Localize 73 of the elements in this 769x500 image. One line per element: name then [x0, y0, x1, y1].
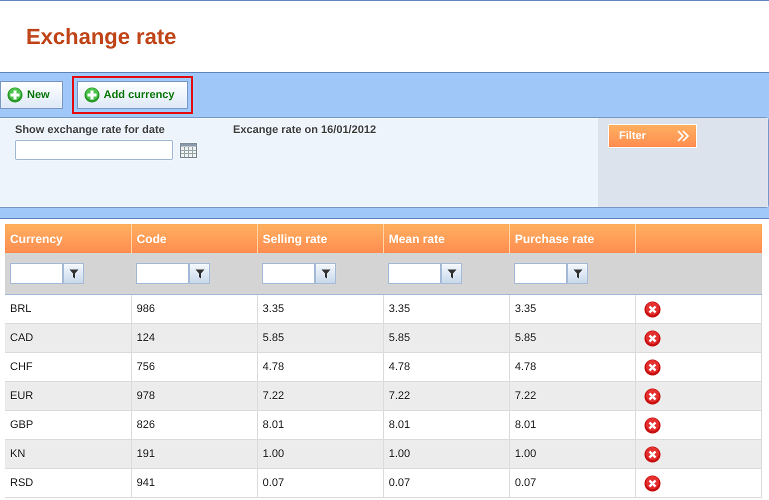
table-cell: 5.85	[388, 332, 410, 344]
funnel-icon	[68, 268, 78, 278]
table-cell: 1.00	[262, 448, 284, 460]
table-cell: 1.00	[388, 448, 410, 460]
table-cell: CHF	[10, 361, 33, 373]
funnel-icon	[446, 268, 457, 278]
toolbar-button[interactable]: New	[0, 81, 63, 109]
column-header[interactable]: Mean rate	[383, 224, 510, 253]
filter-funnel-button[interactable]	[63, 263, 84, 284]
delete-icon[interactable]	[644, 358, 661, 376]
double-chevron-icon	[677, 130, 690, 142]
table-cell: 5.85	[262, 332, 284, 344]
delete-icon[interactable]	[644, 330, 661, 346]
funnel-icon	[572, 268, 583, 278]
table-cell: 4.78	[388, 361, 410, 373]
table-cell: KN	[10, 448, 26, 460]
funnel-icon	[320, 268, 331, 278]
date-label: Show exchange rate for date	[15, 124, 166, 136]
column-header[interactable]: Selling rate	[257, 224, 384, 253]
filter-button[interactable]: Filter	[608, 124, 697, 148]
column-header[interactable]: Currency	[5, 224, 132, 253]
page-title: Exchange rate	[26, 24, 176, 50]
table-cell: 0.07	[388, 477, 410, 489]
table-cell: 826	[136, 419, 155, 431]
table-cell: 978	[136, 390, 155, 402]
delete-icon[interactable]	[644, 416, 661, 434]
exchange-rate-date-heading: Excange rate on 16/01/2012	[233, 124, 376, 138]
table-cell: 8.01	[514, 419, 536, 431]
date-field[interactable]	[15, 140, 173, 160]
table-cell: 0.07	[262, 477, 284, 489]
filter-field[interactable]	[514, 263, 568, 284]
plus-icon	[7, 87, 23, 103]
filter-field[interactable]	[10, 263, 63, 284]
table-cell: EUR	[10, 390, 34, 402]
table-cell: 4.78	[514, 361, 536, 373]
table-cell: 3.35	[388, 303, 410, 315]
plus-icon	[84, 87, 100, 103]
table-cell: 7.22	[514, 390, 536, 402]
delete-icon[interactable]	[644, 446, 661, 462]
table-cell: 756	[136, 361, 155, 373]
calendar-icon[interactable]	[180, 142, 197, 158]
filter-field[interactable]	[388, 263, 442, 284]
column-header[interactable]: Purchase rate	[509, 224, 636, 253]
delete-icon[interactable]	[644, 388, 661, 404]
filter-funnel-button[interactable]	[567, 263, 588, 284]
table-cell: 1.00	[514, 448, 536, 460]
table-cell: 0.07	[514, 477, 536, 489]
table-cell: RSD	[10, 477, 34, 489]
funnel-icon	[194, 268, 205, 278]
column-header[interactable]: Code	[131, 224, 258, 253]
toolbar-button[interactable]: Add currency	[76, 81, 188, 109]
table-cell: CAD	[10, 332, 34, 344]
filter-funnel-button[interactable]	[315, 263, 336, 284]
filter-funnel-button[interactable]	[189, 263, 210, 284]
filter-field[interactable]	[136, 263, 190, 284]
table-cell: 941	[136, 477, 155, 489]
table-cell: 191	[136, 448, 155, 460]
filter-funnel-button[interactable]	[441, 263, 462, 284]
table-cell: 986	[136, 303, 155, 315]
table-cell: 8.01	[262, 419, 284, 431]
table-cell: 3.35	[514, 303, 536, 315]
table-cell: GBP	[10, 419, 34, 431]
table-cell: 4.78	[262, 361, 284, 373]
table-cell: 5.85	[514, 332, 536, 344]
table-cell: 124	[136, 332, 155, 344]
delete-icon[interactable]	[644, 474, 661, 492]
delete-icon[interactable]	[644, 300, 661, 318]
table-cell: 3.35	[262, 303, 284, 315]
table-cell: 7.22	[262, 390, 284, 402]
table-cell: BRL	[10, 303, 32, 315]
filter-field[interactable]	[262, 263, 316, 284]
table-cell: 7.22	[388, 390, 410, 402]
table-cell: 8.01	[388, 419, 410, 431]
